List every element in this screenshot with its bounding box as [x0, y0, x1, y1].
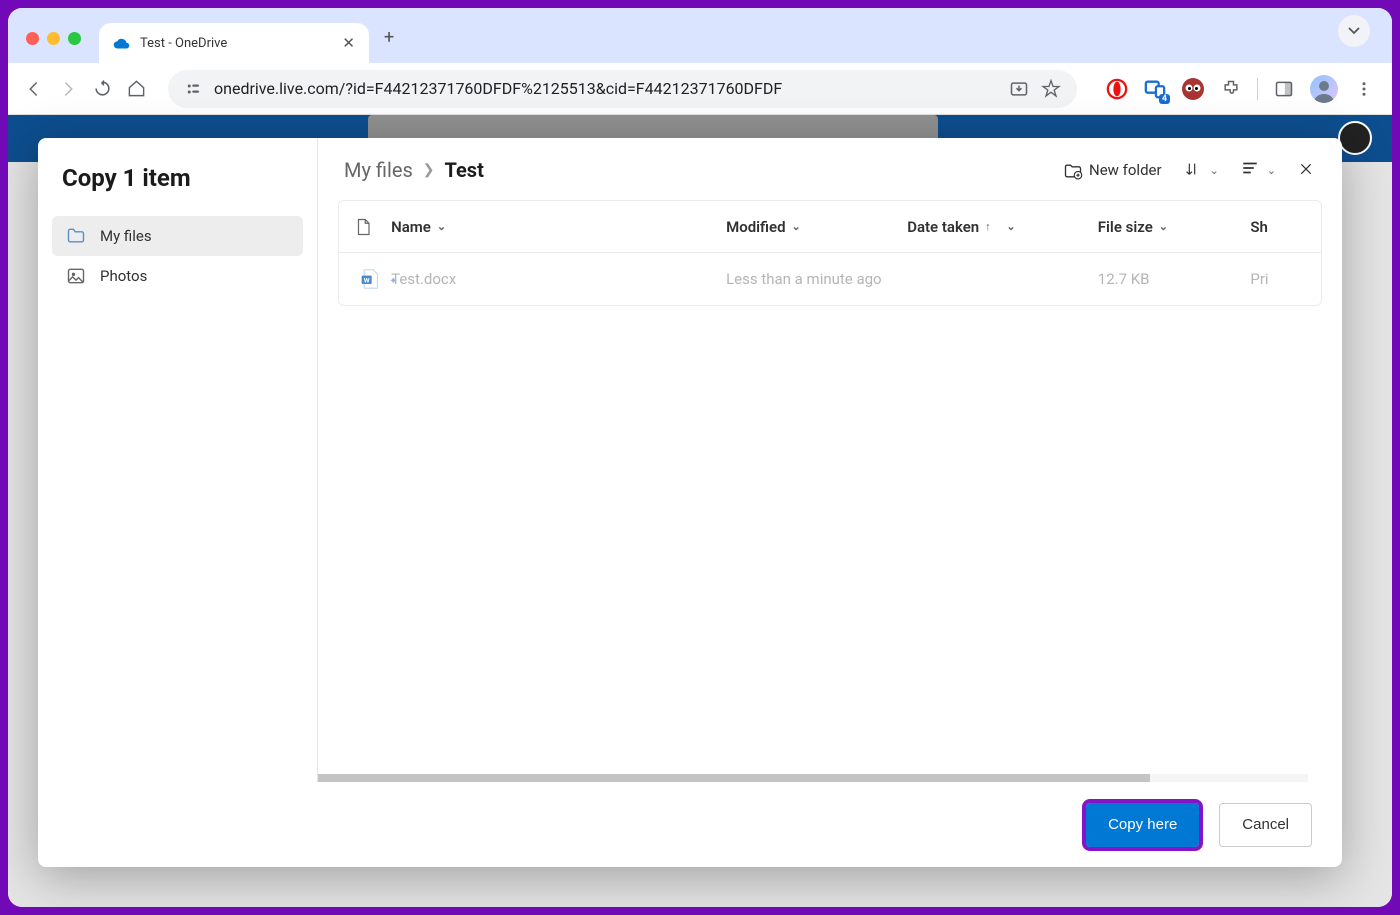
breadcrumb: My files ❯ Test	[344, 158, 484, 182]
photos-icon	[66, 266, 86, 286]
new-folder-label: New folder	[1089, 161, 1162, 179]
chevron-down-icon: ⌄	[1006, 220, 1015, 233]
new-tab-button[interactable]: +	[369, 27, 409, 63]
new-folder-icon	[1063, 161, 1081, 179]
close-dialog-button[interactable]	[1298, 161, 1316, 179]
dialog-main: My files ❯ Test New folder ⌄	[318, 138, 1342, 782]
file-sharing: Pri	[1250, 270, 1268, 288]
browser-toolbar: onedrive.live.com/?id=F44212371760DFDF%2…	[8, 63, 1392, 115]
sidebar-item-label: My files	[100, 227, 152, 245]
file-size: 12.7 KB	[1098, 270, 1150, 288]
profile-avatar[interactable]	[1310, 75, 1338, 103]
file-table: Name⌄ Modified⌄ Date taken↑ ⌄ File size⌄…	[338, 200, 1322, 306]
url-text: onedrive.live.com/?id=F44212371760DFDF%2…	[214, 79, 782, 98]
table-row[interactable]: W ✦Test.docx Less than a minute ago 12.7…	[339, 253, 1321, 305]
chevron-down-icon: ⌄	[1267, 164, 1276, 177]
folder-icon	[66, 226, 86, 246]
arrow-up-icon: ↑	[985, 220, 991, 233]
file-name: Test.docx	[391, 270, 456, 288]
browser-extensions: 4	[1099, 75, 1376, 103]
address-bar[interactable]: onedrive.live.com/?id=F44212371760DFDF%2…	[168, 70, 1077, 108]
table-header: Name⌄ Modified⌄ Date taken↑ ⌄ File size⌄…	[339, 201, 1321, 253]
column-file-size[interactable]: File size⌄	[1092, 218, 1245, 236]
browser-tab-strip: Test - OneDrive ✕ +	[8, 8, 1392, 63]
loading-icon: ✦	[389, 276, 397, 287]
dialog-sidebar: Copy 1 item My files Photos	[38, 138, 318, 782]
sidebar-item-myfiles[interactable]: My files	[52, 216, 303, 256]
browser-tab[interactable]: Test - OneDrive ✕	[99, 23, 369, 63]
close-icon	[1298, 161, 1316, 179]
extension-devices-icon[interactable]: 4	[1143, 77, 1167, 101]
chevron-down-icon: ⌄	[1210, 164, 1219, 177]
sort-button[interactable]: ⌄	[1184, 161, 1219, 179]
column-sharing[interactable]: Sh	[1244, 218, 1321, 236]
copy-dialog: Copy 1 item My files Photos My files ❯ T…	[38, 138, 1342, 867]
sidebar-item-label: Photos	[100, 267, 147, 285]
extension-eyes-icon[interactable]	[1181, 77, 1205, 101]
breadcrumb-root[interactable]: My files	[344, 158, 413, 182]
column-modified[interactable]: Modified⌄	[720, 218, 901, 236]
breadcrumb-current: Test	[445, 158, 484, 182]
home-button[interactable]	[126, 79, 146, 99]
copy-here-button[interactable]: Copy here	[1086, 803, 1199, 847]
close-tab-icon[interactable]: ✕	[342, 34, 355, 52]
chevron-right-icon: ❯	[423, 162, 435, 178]
svg-text:W: W	[364, 276, 370, 284]
file-modified: Less than a minute ago	[726, 270, 882, 288]
dialog-footer: Copy here Cancel	[38, 782, 1342, 867]
chevron-down-icon: ⌄	[792, 220, 801, 233]
horizontal-scrollbar[interactable]	[318, 774, 1308, 782]
extension-opera-icon[interactable]	[1105, 77, 1129, 101]
extension-badge: 4	[1159, 94, 1170, 104]
back-button[interactable]	[24, 79, 44, 99]
maximize-window-icon[interactable]	[68, 32, 81, 45]
tab-title: Test - OneDrive	[140, 36, 332, 51]
install-icon[interactable]	[1009, 79, 1029, 99]
sort-icon	[1184, 161, 1202, 179]
list-view-icon	[1241, 161, 1259, 179]
browser-menu-icon[interactable]	[1352, 77, 1376, 101]
close-window-icon[interactable]	[26, 32, 39, 45]
onedrive-icon	[113, 35, 130, 52]
forward-button[interactable]	[58, 79, 78, 99]
site-info-icon[interactable]	[184, 80, 202, 98]
column-name[interactable]: Name⌄	[387, 218, 720, 236]
dialog-title: Copy 1 item	[52, 160, 303, 216]
cancel-button[interactable]: Cancel	[1219, 803, 1312, 847]
reload-button[interactable]	[92, 79, 112, 99]
word-doc-icon: W	[360, 268, 380, 290]
minimize-window-icon[interactable]	[47, 32, 60, 45]
column-icon[interactable]	[339, 217, 387, 237]
column-date-taken[interactable]: Date taken↑ ⌄	[901, 218, 1092, 236]
new-folder-button[interactable]: New folder	[1063, 161, 1162, 179]
chevron-down-icon: ⌄	[437, 220, 446, 233]
sidepanel-icon[interactable]	[1272, 77, 1296, 101]
view-button[interactable]: ⌄	[1241, 161, 1276, 179]
scroll-thumb[interactable]	[318, 774, 1150, 782]
window-controls	[8, 32, 99, 63]
account-avatar[interactable]	[1338, 121, 1372, 155]
extensions-menu-icon[interactable]	[1219, 77, 1243, 101]
bookmark-icon[interactable]	[1041, 79, 1061, 99]
tabs-dropdown-icon[interactable]	[1338, 15, 1370, 47]
chevron-down-icon: ⌄	[1159, 220, 1168, 233]
divider	[1257, 78, 1258, 100]
sidebar-item-photos[interactable]: Photos	[52, 256, 303, 296]
